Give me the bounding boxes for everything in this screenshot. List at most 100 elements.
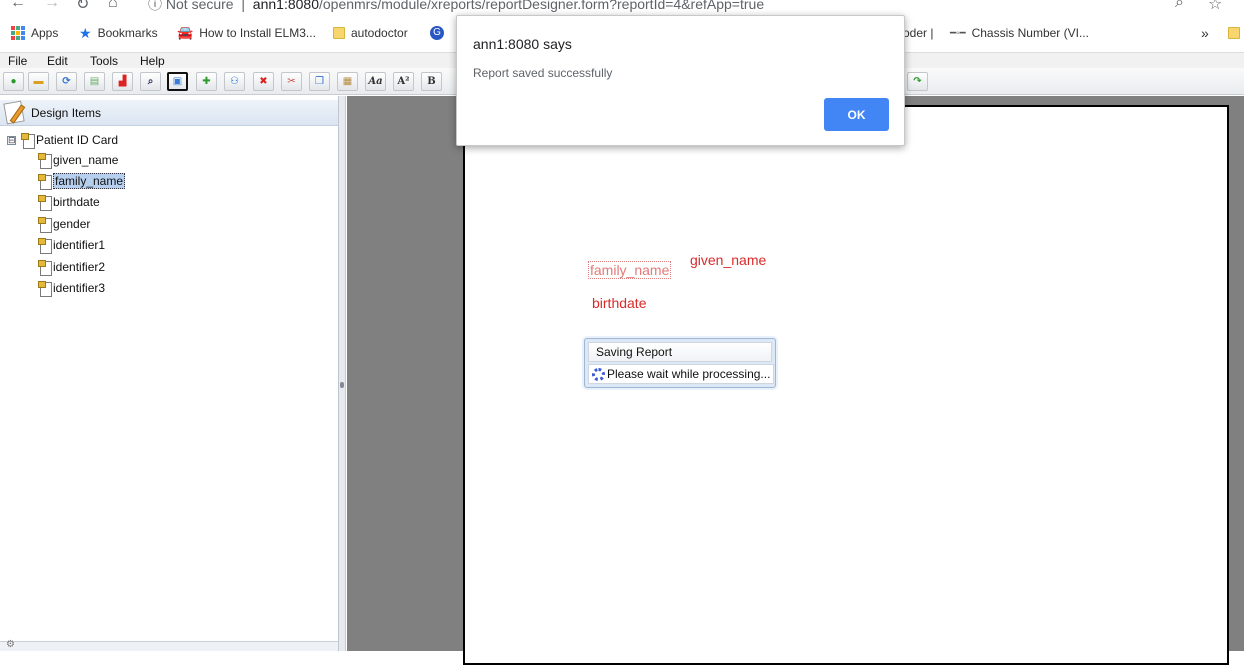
- bookmark-label: How to Install ELM3...: [199, 26, 316, 40]
- new-report-icon[interactable]: ●: [3, 72, 24, 91]
- more-bookmarks-icon[interactable]: »: [1201, 24, 1209, 42]
- report-field-given-name[interactable]: given_name: [690, 252, 766, 268]
- zoom-icon[interactable]: ⌕: [1175, 0, 1184, 12]
- tree-item-identifier3[interactable]: identifier3: [38, 279, 105, 297]
- forward-icon[interactable]: →: [44, 0, 60, 12]
- menu-help[interactable]: Help: [140, 54, 165, 68]
- alert-message: Report saved successfully: [473, 66, 613, 80]
- design-items-title: Design Items: [31, 105, 102, 120]
- field-icon: [38, 173, 52, 190]
- bookmark-g[interactable]: G: [430, 24, 444, 42]
- saving-popup-body: Please wait while processing...: [588, 364, 774, 384]
- tree-item-label: given_name: [53, 153, 119, 167]
- bookmark-bookmarks[interactable]: ★ Bookmarks: [79, 24, 158, 42]
- gear-icon: ⚙: [6, 639, 15, 650]
- report-field-family-name[interactable]: family_name: [588, 261, 672, 279]
- menu-tools[interactable]: Tools: [90, 54, 118, 68]
- address-bar[interactable]: ⓘ Not secure | ann1:8080/openmrs/module/…: [148, 0, 764, 14]
- report-field-birthdate[interactable]: birthdate: [592, 295, 646, 311]
- report-icon: [21, 132, 35, 149]
- bookmark-elm[interactable]: 🚘 How to Install ELM3...: [177, 24, 316, 42]
- delete-icon[interactable]: ✖: [253, 72, 274, 91]
- bookmark-label: autodoctor: [351, 26, 408, 40]
- saving-popup-title: Saving Report: [588, 342, 772, 362]
- italic-font-button[interactable]: Aa: [365, 72, 386, 91]
- tree-item-gender[interactable]: gender: [38, 215, 90, 233]
- refresh-icon[interactable]: ⟳: [56, 72, 77, 91]
- bookmark-oder[interactable]: oder |: [903, 24, 933, 42]
- bold-button[interactable]: B: [421, 72, 442, 91]
- open-folder-icon[interactable]: ▬: [28, 72, 49, 91]
- bookmark-label: Bookmarks: [97, 26, 158, 40]
- tree-item-identifier1[interactable]: identifier1: [38, 236, 105, 254]
- design-items-panel: Design Items ⊟ Patient ID Card given_nam…: [0, 96, 339, 651]
- panel-splitter[interactable]: [339, 96, 346, 651]
- tree-item-family-name[interactable]: family_name: [38, 172, 126, 190]
- star-bookmark-icon[interactable]: ☆: [1208, 0, 1222, 14]
- paste-icon[interactable]: ▦: [337, 72, 358, 91]
- field-icon: [38, 194, 52, 211]
- alert-title: ann1:8080 says: [473, 36, 572, 52]
- group-icon[interactable]: ⚇: [224, 72, 245, 91]
- field-icon: [38, 216, 52, 233]
- cut-icon[interactable]: ✂: [281, 72, 302, 91]
- design-canvas: family_name given_name birthdate: [347, 96, 1244, 665]
- pdf-icon[interactable]: ▟: [112, 72, 133, 91]
- ok-button[interactable]: OK: [824, 98, 889, 131]
- copy-icon[interactable]: ❐: [309, 72, 330, 91]
- tree-item-label: family_name: [53, 173, 126, 189]
- design-items-icon: [3, 100, 29, 126]
- add-item-icon[interactable]: ✚: [196, 72, 217, 91]
- design-items-header: Design Items: [0, 100, 338, 126]
- bookmark-label: oder |: [903, 26, 934, 40]
- url-host: ann1:8080: [252, 0, 319, 12]
- reload-icon[interactable]: ↻: [76, 0, 89, 14]
- car-logo-icon: ━◦━: [950, 27, 966, 39]
- report-page[interactable]: family_name given_name birthdate: [463, 105, 1229, 665]
- redo-icon[interactable]: ↷: [907, 72, 928, 91]
- print-icon[interactable]: ▤: [84, 72, 105, 91]
- preview-icon[interactable]: ⌕: [140, 72, 161, 91]
- loading-spinner-icon: [592, 367, 605, 381]
- bookmark-chassis[interactable]: ━◦━ Chassis Number (VI...: [950, 24, 1089, 42]
- save-icon[interactable]: ▣: [167, 72, 188, 91]
- globe-icon: G: [430, 26, 444, 40]
- font-size-button[interactable]: A²: [393, 72, 414, 91]
- home-icon[interactable]: ⌂: [108, 0, 118, 12]
- bookmark-autodoctor[interactable]: autodoctor: [333, 24, 408, 42]
- tree-item-label: identifier2: [53, 260, 106, 274]
- star-icon: ★: [79, 24, 92, 41]
- car-icon: 🚘: [177, 25, 194, 40]
- alert-dialog: ann1:8080 says Report saved successfully…: [456, 15, 905, 146]
- tree-item-label: gender: [53, 217, 91, 231]
- tree-item-label: identifier3: [53, 281, 106, 295]
- tree-item-identifier2[interactable]: identifier2: [38, 258, 105, 276]
- collapse-toggle-icon[interactable]: ⊟: [7, 135, 16, 145]
- field-icon: [38, 152, 52, 169]
- field-icon: [38, 280, 52, 297]
- tree-item-label: identifier1: [53, 238, 106, 252]
- bookmark-label: Apps: [31, 26, 59, 40]
- tree-item-birthdate[interactable]: birthdate: [38, 193, 100, 211]
- bookmark-apps[interactable]: Apps: [11, 24, 58, 42]
- security-label: Not secure: [165, 0, 234, 12]
- field-icon: [38, 259, 52, 276]
- menu-file[interactable]: File: [8, 54, 27, 68]
- folder-icon: [1228, 27, 1240, 39]
- menu-edit[interactable]: Edit: [47, 54, 68, 68]
- tree-item-label: birthdate: [53, 195, 100, 209]
- tree-root-label: Patient ID Card: [36, 133, 119, 147]
- back-icon[interactable]: ←: [10, 0, 26, 12]
- properties-panel-header[interactable]: ⚙: [0, 639, 338, 651]
- tree-root-patient-id-card[interactable]: ⊟ Patient ID Card: [7, 131, 118, 149]
- saving-report-popup: Saving Report Please wait while processi…: [584, 338, 776, 388]
- saving-popup-message: Please wait while processing...: [607, 367, 771, 381]
- apps-grid-icon: [11, 26, 25, 40]
- folder-icon: [333, 27, 345, 39]
- browser-url-bar: ← → ↻ ⌂ ⓘ Not secure | ann1:8080/openmrs…: [0, 0, 1244, 14]
- tree-item-given-name[interactable]: given_name: [38, 151, 118, 169]
- bookmark-label: Chassis Number (VI...: [971, 26, 1089, 40]
- other-bookmarks-folder[interactable]: [1228, 24, 1240, 42]
- field-icon: [38, 237, 52, 254]
- splitter-handle-icon[interactable]: [340, 382, 344, 388]
